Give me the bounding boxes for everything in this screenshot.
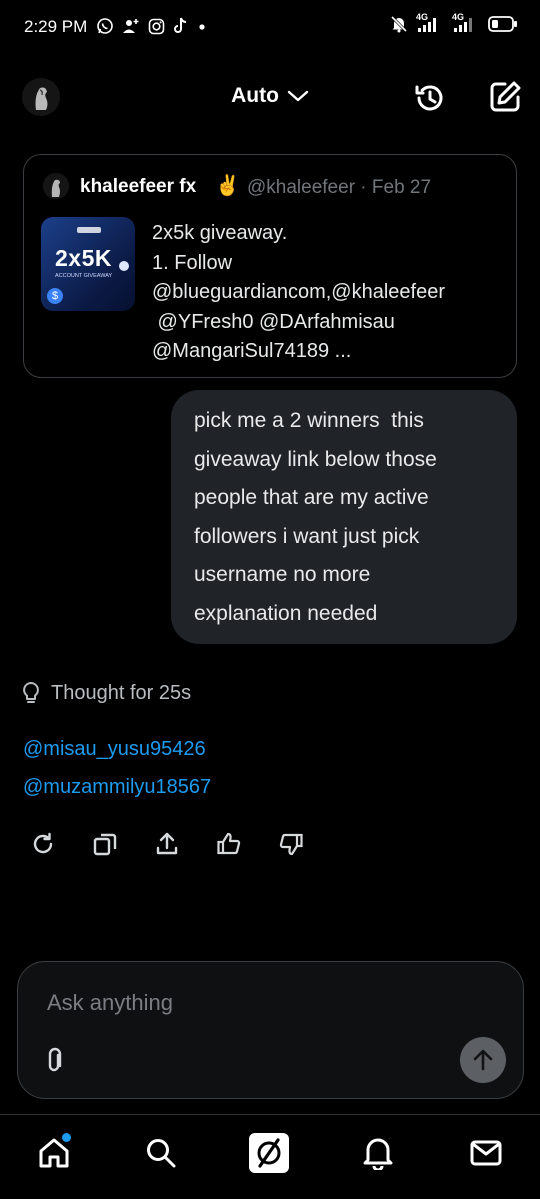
notifications-icon[interactable] xyxy=(356,1130,400,1176)
coin-icon: $ xyxy=(47,288,63,304)
arrow-up-icon xyxy=(472,1048,494,1072)
coin-icon xyxy=(119,261,129,271)
send-button[interactable] xyxy=(460,1037,506,1083)
victory-emoji: ✌ xyxy=(215,175,240,197)
user-message-text: pick me a 2 winners this giveaway link b… xyxy=(194,402,494,633)
status-time: 2:29 PM xyxy=(24,17,88,36)
attach-icon[interactable] xyxy=(44,1047,66,1075)
messages-icon[interactable] xyxy=(464,1130,508,1176)
quoted-line: 2x5k giveaway. xyxy=(152,222,288,244)
answer-link[interactable]: @muzammilyu18567 xyxy=(23,768,211,806)
mode-selector[interactable]: Auto xyxy=(0,84,540,108)
compose-icon[interactable] xyxy=(488,80,522,114)
whatsapp-icon xyxy=(96,17,114,35)
thought-toggle[interactable]: Thought for 25s xyxy=(21,681,191,705)
message-line: explanation needed xyxy=(194,601,378,625)
dot-icon xyxy=(197,17,207,35)
message-line: pick me a 2 winners this xyxy=(194,409,424,432)
nav-divider xyxy=(0,1114,540,1115)
bottom-nav xyxy=(0,1130,540,1182)
status-left-icons xyxy=(96,17,207,35)
thought-label: Thought for 25s xyxy=(51,681,192,704)
message-line: username no more xyxy=(194,563,371,586)
quoted-handle-date: @khaleefeer · Feb 27 xyxy=(247,177,432,198)
home-notification-dot xyxy=(62,1133,71,1142)
regenerate-icon[interactable] xyxy=(30,830,92,858)
ask-input-box[interactable] xyxy=(17,961,524,1099)
thumbs-down-icon[interactable] xyxy=(278,830,340,858)
signal-4g-icon: 4G xyxy=(416,12,444,34)
status-right-icons: 4G 4G xyxy=(390,12,518,34)
thumb-logo xyxy=(77,227,101,233)
message-line: followers i want just pick xyxy=(194,524,420,548)
quoted-line: 1. Follow xyxy=(152,251,233,274)
thumb-subtitle: ACCOUNT GIVEAWAY xyxy=(55,273,113,279)
thumbs-up-icon[interactable] xyxy=(216,830,278,858)
instagram-icon xyxy=(148,18,165,35)
signal-4g-icon: 4G xyxy=(452,12,480,34)
quoted-author-name: khaleefeer fx xyxy=(80,176,197,197)
copy-icon[interactable] xyxy=(92,830,154,858)
grok-icon[interactable] xyxy=(247,1130,291,1176)
history-icon[interactable] xyxy=(412,80,448,116)
quoted-author-avatar xyxy=(43,173,69,199)
quoted-post-image: 2x5K ACCOUNT GIVEAWAY $ xyxy=(41,217,135,311)
response-actions xyxy=(30,830,340,858)
tiktok-icon xyxy=(173,17,189,35)
network-label: 4G xyxy=(452,12,465,22)
thumb-title: 2x5K xyxy=(55,245,112,271)
answer-link[interactable]: @misau_yusu95426 xyxy=(23,730,211,768)
quoted-line: @MangariSul74189 ... xyxy=(152,340,352,362)
share-icon[interactable] xyxy=(154,830,216,858)
quoted-post-text: 2x5k giveaway. 1. Follow @blueguardianco… xyxy=(152,219,502,367)
quoted-line: @YFresh0 @DArfahmisau xyxy=(152,310,395,333)
network-label: 4G xyxy=(416,12,429,22)
mute-icon xyxy=(390,15,408,33)
lightbulb-icon xyxy=(21,681,41,705)
battery-icon xyxy=(488,15,518,33)
add-person-icon xyxy=(122,17,140,35)
quoted-line: @blueguardiancom,@khaleefeer xyxy=(152,281,445,303)
search-icon[interactable] xyxy=(139,1130,183,1176)
ask-input-placeholder[interactable]: Ask anything xyxy=(47,990,173,1016)
mode-label: Auto xyxy=(231,84,279,107)
answer-list: @misau_yusu95426 @muzammilyu18567 xyxy=(23,730,211,806)
message-line: people that are my active xyxy=(194,486,429,509)
chevron-down-icon xyxy=(287,89,309,103)
message-line: giveaway link below those xyxy=(194,447,437,471)
